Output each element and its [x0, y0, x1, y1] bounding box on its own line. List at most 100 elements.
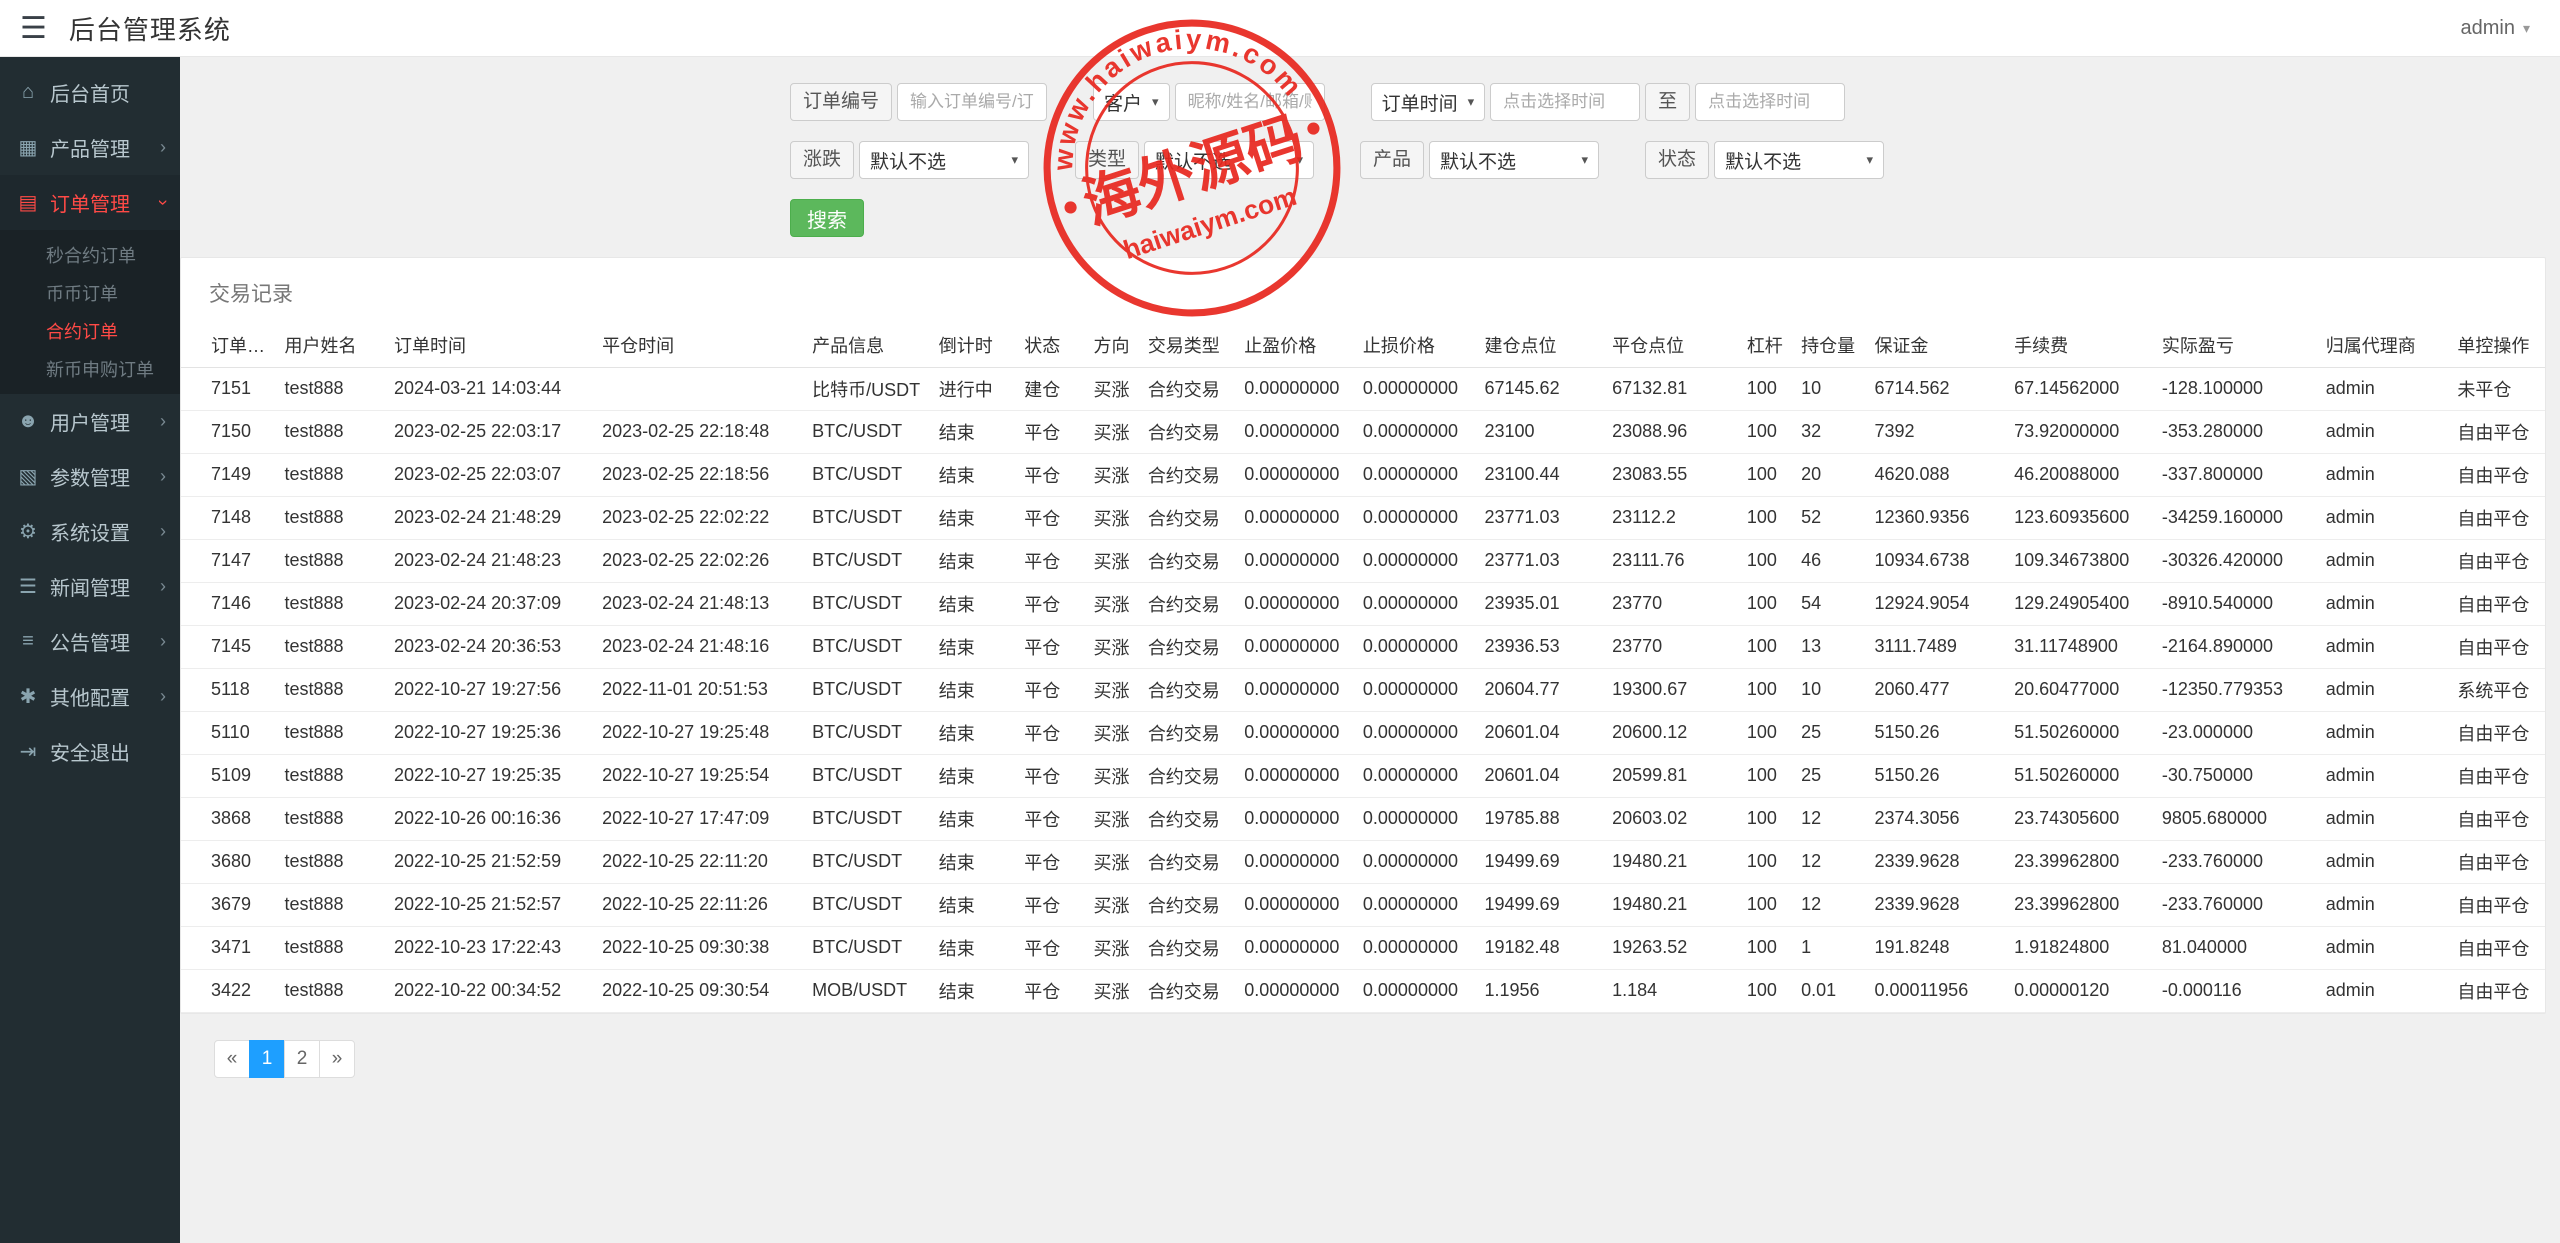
sidebar-item-news[interactable]: ☰新闻管理› [0, 559, 180, 614]
cell-open_price: 67145.62 [1477, 367, 1605, 410]
cell-stop_loss: 0.00000000 [1355, 797, 1477, 840]
cell-close_time: 2022-10-27 19:25:54 [594, 754, 804, 797]
cell-user: test888 [276, 883, 386, 926]
time-to-input[interactable] [1695, 83, 1845, 121]
order-no-input[interactable] [897, 83, 1047, 121]
page-number-1[interactable]: 1 [249, 1040, 285, 1078]
cell-close_time: 2023-02-24 21:48:13 [594, 582, 804, 625]
logout-icon: ⇥ [14, 739, 42, 764]
cell-stop_loss: 0.00000000 [1355, 582, 1477, 625]
time-group: 订单时间 ▾ 至 [1371, 83, 1846, 121]
news-icon: ☰ [14, 574, 42, 599]
cell-product[interactable]: BTC/USDT [804, 711, 931, 754]
sidebar-item-home[interactable]: ⌂后台首页 [0, 65, 180, 120]
cell-product[interactable]: 比特币/USDT [804, 367, 931, 410]
cell-product[interactable]: BTC/USDT [804, 582, 931, 625]
page-prev[interactable]: « [214, 1040, 250, 1078]
caret-down-icon: ▾ [1867, 152, 1874, 168]
cell-position: 52 [1793, 496, 1866, 539]
table-row: 7151test8882024-03-21 14:03:44比特币/USDT进行… [181, 367, 2545, 410]
cell-fee: 51.50260000 [2006, 711, 2154, 754]
column-header: 平仓时间 [594, 324, 804, 367]
column-header: 止盈价格 [1236, 324, 1355, 367]
cell-leverage: 100 [1739, 367, 1793, 410]
cell-product[interactable]: BTC/USDT [804, 625, 931, 668]
cell-stop_loss: 0.00000000 [1355, 883, 1477, 926]
cell-user: test888 [276, 754, 386, 797]
cell-agent: admin [2318, 840, 2450, 883]
cell-trade_type: 合约交易 [1140, 754, 1236, 797]
time-type-select[interactable]: 订单时间 ▾ [1371, 83, 1486, 121]
cell-product[interactable]: BTC/USDT [804, 883, 931, 926]
cell-status: 平仓 [1016, 926, 1085, 969]
cell-position: 12 [1793, 797, 1866, 840]
column-header: 持仓量 [1793, 324, 1866, 367]
cell-pnl: 9805.680000 [2154, 797, 2318, 840]
cell-trade_type: 合约交易 [1140, 926, 1236, 969]
sidebar-item-user[interactable]: ☻用户管理› [0, 394, 180, 449]
cell-id: 7145 [181, 625, 276, 668]
time-from-input[interactable] [1490, 83, 1640, 121]
sidebar-item-system[interactable]: ⚙系统设置› [0, 504, 180, 559]
cell-product[interactable]: BTC/USDT [804, 668, 931, 711]
cell-product[interactable]: BTC/USDT [804, 754, 931, 797]
cell-product[interactable]: BTC/USDT [804, 797, 931, 840]
cell-status: 平仓 [1016, 410, 1085, 453]
table-row: 3680test8882022-10-25 21:52:592022-10-25… [181, 840, 2545, 883]
column-header: 倒计时 [931, 324, 1016, 367]
status-select[interactable]: 默认不选 ▾ [1714, 141, 1884, 179]
cell-position: 12 [1793, 840, 1866, 883]
cell-id: 7148 [181, 496, 276, 539]
table-row: 7146test8882023-02-24 20:37:092023-02-24… [181, 582, 2545, 625]
cell-pnl: -0.000116 [2154, 969, 2318, 1012]
cell-agent: admin [2318, 625, 2450, 668]
sidebar-item-product[interactable]: ▦产品管理› [0, 120, 180, 175]
cell-op: 自由平仓 [2449, 625, 2545, 668]
sidebar-subitem-coin[interactable]: 币币订单 [0, 274, 180, 312]
customer-input[interactable] [1175, 83, 1325, 121]
cell-product[interactable]: MOB/USDT [804, 969, 931, 1012]
cell-user: test888 [276, 711, 386, 754]
cell-product[interactable]: BTC/USDT [804, 410, 931, 453]
cell-open_time: 2023-02-24 20:36:53 [386, 625, 594, 668]
product-select[interactable]: 默认不选 ▾ [1429, 141, 1599, 179]
cell-product[interactable]: BTC/USDT [804, 840, 931, 883]
cell-product[interactable]: BTC/USDT [804, 926, 931, 969]
sidebar-item-other[interactable]: ✱其他配置› [0, 669, 180, 724]
cell-product[interactable]: BTC/USDT [804, 453, 931, 496]
column-header: 用户姓名 [276, 324, 386, 367]
table-row: 5109test8882022-10-27 19:25:352022-10-27… [181, 754, 2545, 797]
sidebar-subitem-contract[interactable]: 合约订单 [0, 312, 180, 350]
cell-open_price: 19499.69 [1477, 840, 1605, 883]
product-label: 产品 [1360, 141, 1424, 179]
type-select[interactable]: 默认不选 ▾ [1144, 141, 1314, 179]
cell-trade_type: 合约交易 [1140, 539, 1236, 582]
sidebar-item-label: 订单管理 [50, 188, 130, 217]
search-button[interactable]: 搜索 [790, 199, 864, 237]
sidebar-item-logout[interactable]: ⇥安全退出 [0, 724, 180, 779]
updown-select[interactable]: 默认不选 ▾ [859, 141, 1029, 179]
chevron-right-icon: › [160, 411, 166, 432]
sidebar-item-notice[interactable]: ≡公告管理› [0, 614, 180, 669]
sidebar-item-param[interactable]: ▧参数管理› [0, 449, 180, 504]
cell-status: 平仓 [1016, 453, 1085, 496]
page-next[interactable]: » [319, 1040, 355, 1078]
sidebar-item-order[interactable]: ▤订单管理› [0, 175, 180, 230]
page-number-2[interactable]: 2 [284, 1040, 320, 1078]
cell-stop_loss: 0.00000000 [1355, 926, 1477, 969]
cell-product[interactable]: BTC/USDT [804, 496, 931, 539]
cell-stop_loss: 0.00000000 [1355, 754, 1477, 797]
cell-margin: 12360.9356 [1866, 496, 2006, 539]
caret-down-icon: ▾ [2523, 20, 2530, 37]
cell-direction: 买涨 [1086, 625, 1140, 668]
cell-open_time: 2023-02-25 22:03:07 [386, 453, 594, 496]
menu-toggle-icon[interactable]: ☰ [20, 11, 47, 46]
type-label: 类型 [1075, 141, 1139, 179]
sidebar-subitem-second-contract[interactable]: 秒合约订单 [0, 236, 180, 274]
cell-position: 1 [1793, 926, 1866, 969]
user-menu[interactable]: admin ▾ [2460, 17, 2530, 40]
sidebar-subitem-new-coin[interactable]: 新币申购订单 [0, 350, 180, 388]
cell-open_price: 20601.04 [1477, 754, 1605, 797]
cell-product[interactable]: BTC/USDT [804, 539, 931, 582]
customer-select[interactable]: 客户 ▾ [1093, 83, 1170, 121]
